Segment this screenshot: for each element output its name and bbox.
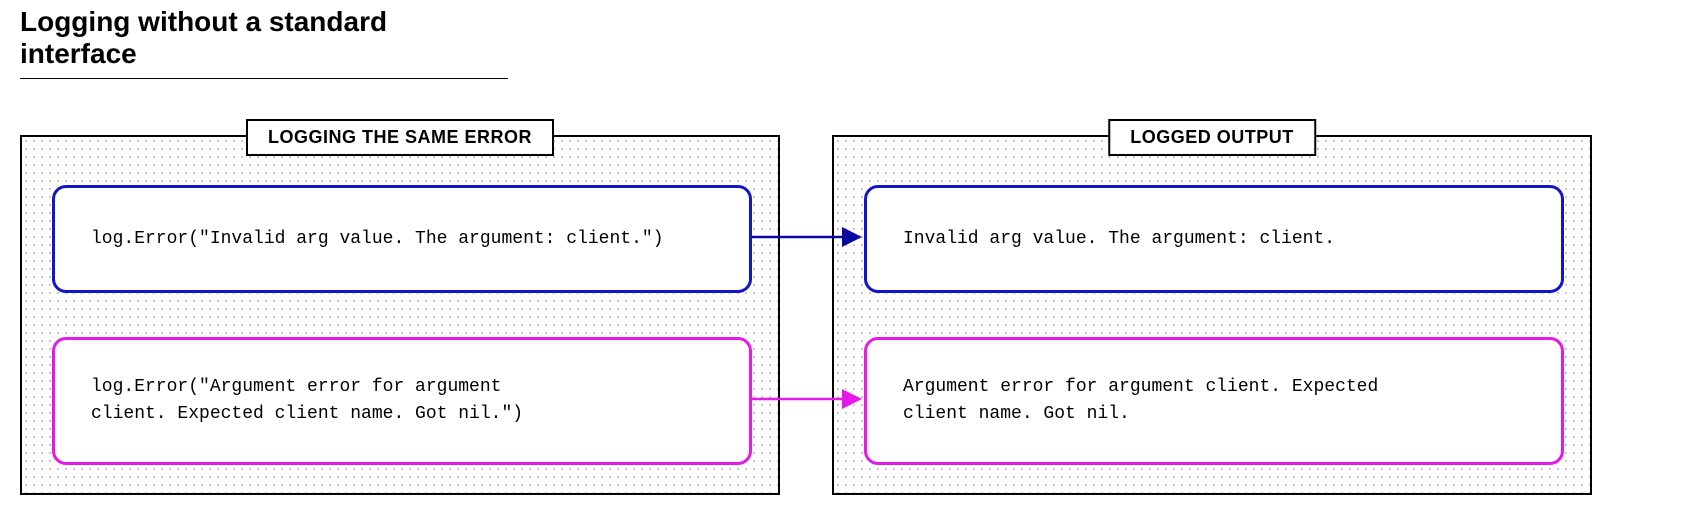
- code-text-input-1: log.Error("Invalid arg value. The argume…: [91, 226, 664, 253]
- output-text-1: Invalid arg value. The argument: client.: [903, 226, 1335, 253]
- panel-logged-output: LOGGED OUTPUT Invalid arg value. The arg…: [832, 135, 1592, 495]
- panel-logging-input: LOGGING THE SAME ERROR log.Error("Invali…: [20, 135, 780, 495]
- code-box-input-2: log.Error("Argument error for argument c…: [52, 337, 752, 465]
- panel-label-right: LOGGED OUTPUT: [1108, 119, 1316, 156]
- output-text-2: Argument error for argument client. Expe…: [903, 374, 1378, 428]
- code-text-input-2: log.Error("Argument error for argument c…: [91, 374, 523, 428]
- output-box-2: Argument error for argument client. Expe…: [864, 337, 1564, 465]
- output-box-1: Invalid arg value. The argument: client.: [864, 185, 1564, 293]
- diagram-title: Logging without a standard interface: [20, 6, 508, 79]
- code-box-input-1: log.Error("Invalid arg value. The argume…: [52, 185, 752, 293]
- panel-label-left: LOGGING THE SAME ERROR: [246, 119, 554, 156]
